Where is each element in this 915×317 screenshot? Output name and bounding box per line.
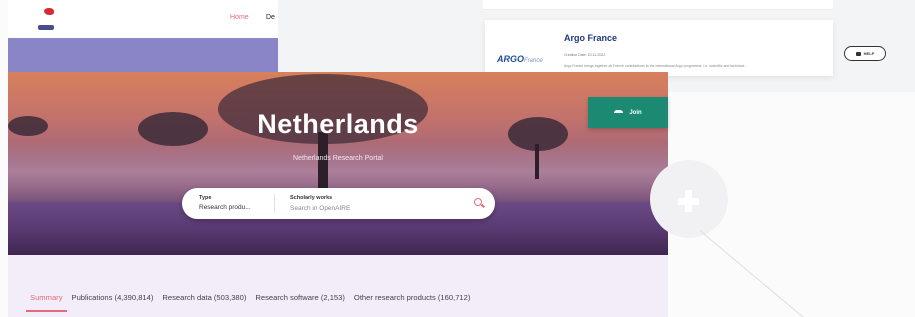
community-description: Argo France brings together all French c… (564, 64, 748, 68)
argo-logo-text: ARGO (497, 54, 524, 64)
nav-home[interactable]: Home (230, 14, 249, 21)
tab-bar: Summary Publications (4,390,814) Researc… (26, 293, 471, 312)
search-divider (274, 194, 275, 213)
page-subtitle: Netherlands Research Portal (293, 155, 383, 162)
logo-ship-icon (38, 25, 54, 30)
decorative-line (699, 230, 808, 317)
page-title: Netherlands (257, 109, 419, 139)
creation-date: Creation Date: 10-11-2022 (564, 53, 606, 57)
join-label: Join (629, 109, 642, 116)
join-button[interactable]: Join (588, 97, 668, 128)
people-icon (614, 110, 624, 115)
type-select[interactable]: Research produ... (199, 204, 251, 211)
search-input[interactable] (290, 203, 450, 213)
nav-item-partial[interactable]: De (266, 14, 275, 21)
help-label: HELP (863, 51, 875, 56)
search-bar: Type Research produ... Scholarly works (182, 188, 495, 219)
argo-logo-sub: France (524, 58, 543, 64)
page: ARGOFrance Argo France Creation Date: 10… (0, 0, 915, 317)
plus-icon-bar (678, 198, 699, 205)
type-label: Type (199, 195, 212, 201)
top-header: Home De (8, 0, 278, 38)
hero-banner: Netherlands Netherlands Research Portal (8, 72, 668, 255)
tab-summary[interactable]: Summary (26, 293, 66, 312)
help-icon (855, 51, 861, 56)
search-icon[interactable] (474, 198, 482, 206)
tab-research-data[interactable]: Research data (503,380) (162, 293, 246, 302)
tab-research-software[interactable]: Research software (2,153) (255, 293, 344, 302)
community-title[interactable]: Argo France (564, 33, 617, 43)
argo-logo: ARGOFrance (497, 54, 543, 64)
logo-icon[interactable] (44, 8, 54, 15)
tab-other-research-products[interactable]: Other research products (160,712) (354, 293, 471, 302)
community-card[interactable]: ARGOFrance Argo France Creation Date: 10… (485, 20, 833, 76)
header-band (8, 38, 278, 72)
tab-publications[interactable]: Publications (4,390,814) (72, 293, 154, 302)
help-button[interactable]: HELP (844, 46, 886, 61)
summary-tabs-area: Summary Publications (4,390,814) Researc… (8, 255, 668, 317)
scope-label: Scholarly works (290, 195, 333, 201)
card-top-strip (483, 0, 833, 10)
